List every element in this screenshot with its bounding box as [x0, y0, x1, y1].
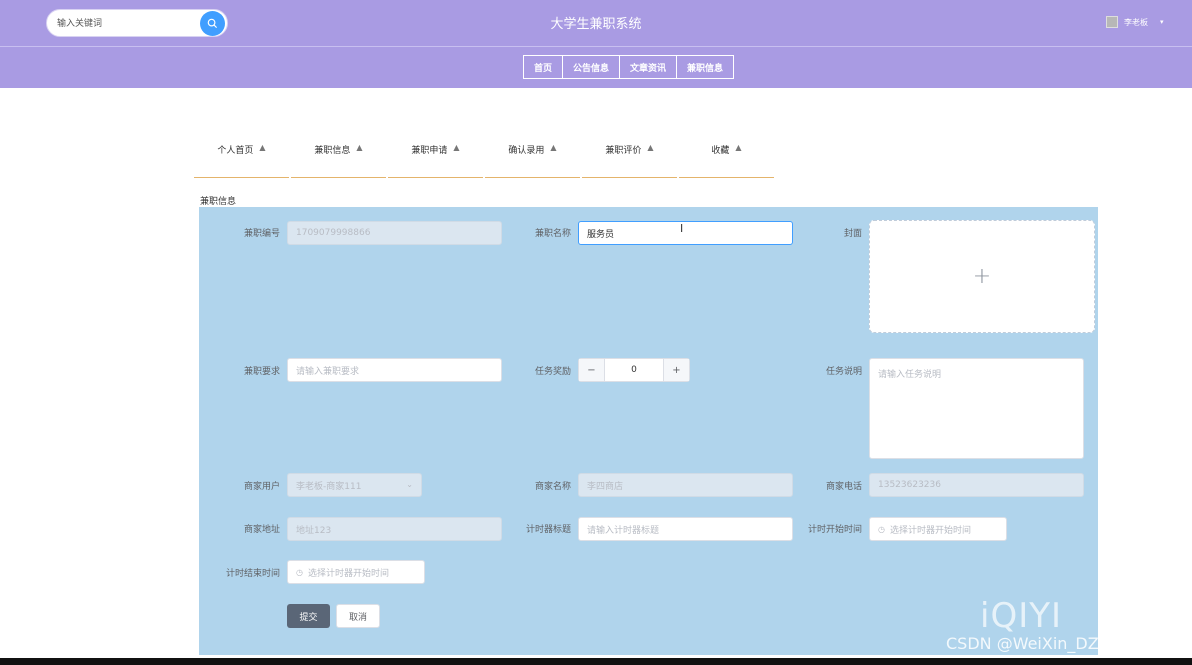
job-name-label: 兼职名称 — [534, 229, 571, 239]
nav-jobs[interactable]: 兼职信息 — [676, 55, 735, 79]
merchant-user-select: 李老板-商家111 ⌄ — [287, 473, 422, 497]
timer-end-placeholder: 选择计时器开始时间 — [307, 568, 389, 579]
user-name: 李老板 — [1124, 17, 1148, 27]
tab-job-review[interactable]: 兼职评价 ▲ — [582, 135, 677, 178]
timer-title-field[interactable]: 请输入计时器标题 — [578, 517, 793, 541]
task-desc-label: 任务说明 — [825, 367, 862, 377]
merchant-addr-label: 商家地址 — [243, 525, 280, 535]
top-nav: 首页 公告信息 文章资讯 兼职信息 — [523, 55, 735, 79]
tab-label: 兼职信息 — [314, 146, 351, 156]
nav-home[interactable]: 首页 — [523, 55, 564, 79]
timer-start-placeholder: 选择计时器开始时间 — [889, 525, 971, 536]
avatar — [1106, 16, 1118, 28]
cover-label: 封面 — [843, 229, 862, 239]
job-no-label: 兼职编号 — [243, 229, 280, 239]
tab-personal-home[interactable]: 个人首页 ▲ — [194, 135, 289, 178]
job-name-field[interactable]: 服务员 — [578, 221, 793, 245]
timer-start-label: 计时开始时间 — [807, 525, 862, 535]
text-cursor-icon: I — [680, 222, 684, 235]
job-form: 兼职编号 1709079998866 兼职名称 服务员 封面 + 兼职要求 请输… — [199, 207, 1098, 655]
tab-favorites[interactable]: 收藏 ▲ — [679, 135, 774, 178]
increment-button[interactable]: + — [663, 359, 689, 381]
home-icon: ▲ — [735, 143, 742, 152]
tab-label: 收藏 — [711, 146, 730, 156]
merchant-phone-field: 13523623236 — [869, 473, 1084, 497]
plus-icon: + — [972, 264, 992, 289]
merchant-name-field: 李四商店 — [578, 473, 793, 497]
user-menu[interactable]: 李老板 ▾ — [1106, 16, 1164, 28]
timer-title-label: 计时器标题 — [525, 525, 571, 535]
home-icon: ▲ — [356, 143, 363, 152]
home-icon: ▲ — [550, 143, 557, 152]
merchant-user-value: 李老板-商家111 — [296, 481, 362, 492]
tab-label: 兼职申请 — [411, 146, 448, 156]
merchant-phone-label: 商家电话 — [825, 482, 862, 492]
site-title: 大学生兼职系统 — [550, 17, 642, 32]
requirement-field[interactable]: 请输入兼职要求 — [287, 358, 502, 382]
reward-stepper[interactable]: − 0 + — [578, 358, 690, 382]
home-icon: ▲ — [259, 143, 266, 152]
watermark-text: CSDN @WeiXin_DZbishe — [946, 634, 1142, 653]
requirement-label: 兼职要求 — [243, 367, 280, 377]
reward-value[interactable]: 0 — [605, 359, 663, 381]
watermark-logo: iQIYI — [980, 596, 1063, 636]
task-desc-textarea[interactable]: 请输入任务说明 — [869, 358, 1084, 459]
header-divider — [0, 46, 1192, 47]
merchant-name-label: 商家名称 — [534, 482, 571, 492]
timer-end-picker[interactable]: ◷ 选择计时器开始时间 — [287, 560, 425, 584]
nav-notices[interactable]: 公告信息 — [562, 55, 621, 79]
tab-job-info[interactable]: 兼职信息 ▲ — [291, 135, 386, 178]
clock-icon: ◷ — [878, 524, 885, 534]
home-icon: ▲ — [647, 143, 654, 152]
header: 大学生兼职系统 李老板 ▾ 首页 公告信息 文章资讯 兼职信息 — [0, 0, 1192, 88]
chevron-down-icon: ▾ — [1160, 18, 1164, 26]
nav-articles[interactable]: 文章资讯 — [619, 55, 678, 79]
tab-label: 确认录用 — [508, 146, 545, 156]
home-icon: ▲ — [453, 143, 460, 152]
clock-icon: ◷ — [296, 567, 303, 577]
tab-confirm-hire[interactable]: 确认录用 ▲ — [485, 135, 580, 178]
section-title: 兼职信息 — [200, 197, 237, 207]
center-tabs: 个人首页 ▲ 兼职信息 ▲ 兼职申请 ▲ 确认录用 ▲ 兼职评价 ▲ 收藏 ▲ — [194, 135, 776, 178]
reward-label: 任务奖励 — [534, 367, 571, 377]
submit-button[interactable]: 提交 — [287, 604, 330, 628]
timer-end-label: 计时结束时间 — [225, 569, 280, 579]
decrement-button[interactable]: − — [579, 359, 605, 381]
tab-job-apply[interactable]: 兼职申请 ▲ — [388, 135, 483, 178]
tab-label: 个人首页 — [217, 146, 254, 156]
job-no-field: 1709079998866 — [287, 221, 502, 245]
cancel-button[interactable]: 取消 — [336, 604, 380, 628]
cover-upload[interactable]: + — [869, 220, 1095, 333]
bottom-bar — [0, 658, 1192, 665]
timer-start-picker[interactable]: ◷ 选择计时器开始时间 — [869, 517, 1007, 541]
merchant-addr-field: 地址123 — [287, 517, 502, 541]
chevron-down-icon: ⌄ — [406, 480, 413, 489]
merchant-user-label: 商家用户 — [243, 482, 280, 492]
tab-label: 兼职评价 — [605, 146, 642, 156]
